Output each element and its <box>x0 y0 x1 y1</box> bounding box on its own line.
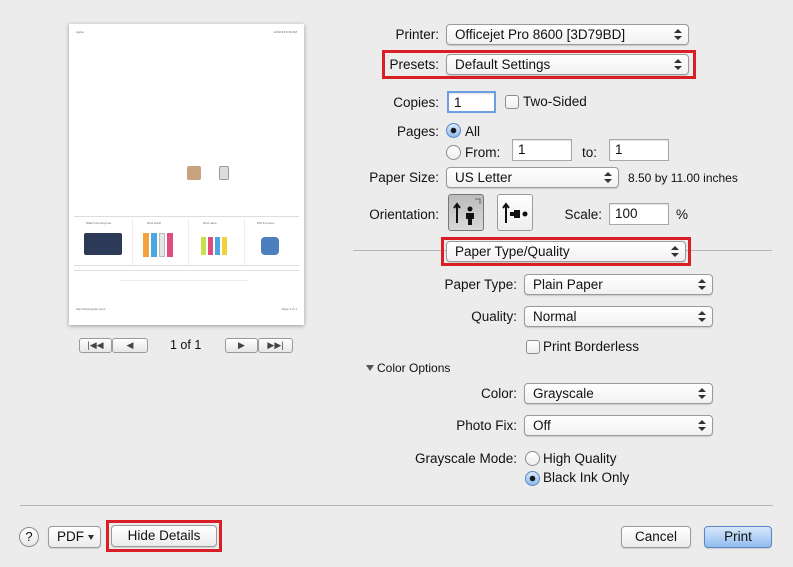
hide-details-button[interactable]: Hide Details <box>111 525 217 547</box>
presets-value: Default Settings <box>455 57 551 72</box>
scale-unit: % <box>676 207 689 222</box>
preview-thumb-keynote: Watch the Keynote <box>76 219 128 265</box>
next-page-button[interactable]: ▶ <box>225 338 258 353</box>
preview-footer-right: Page 1 of 1 <box>281 307 297 311</box>
photo-fix-label: Photo Fix: <box>456 418 517 433</box>
preview-footer-left: http://www.apple.com/ <box>76 307 106 311</box>
chevron-updown-icon <box>604 170 612 185</box>
scale-field[interactable]: 100 <box>609 203 669 225</box>
pdf-menu-button[interactable]: PDF <box>48 526 101 548</box>
first-page-button[interactable]: |◀◀ <box>79 338 112 353</box>
preview-thumb-ios: iOS 6 is here <box>244 219 296 265</box>
footer-separator <box>20 505 773 506</box>
two-sided-label: Two-Sided <box>523 94 587 109</box>
preview-phone-icon <box>219 166 229 180</box>
pages-all-radio[interactable] <box>446 123 461 138</box>
page-indicator: 1 of 1 <box>170 338 202 352</box>
grayscale-mode-label: Grayscale Mode: <box>414 451 517 466</box>
photo-fix-popup[interactable]: Off <box>524 415 713 436</box>
paper-size-label: Paper Size: <box>369 170 439 185</box>
preview-footer-links <box>74 270 299 271</box>
preview-header-right: 12/20/13 9:36 AM <box>273 30 297 34</box>
chevron-updown-icon <box>671 244 679 259</box>
preview-photo-icon <box>187 166 201 180</box>
chevron-updown-icon <box>674 57 682 72</box>
chevron-updown-icon <box>698 418 706 433</box>
page-preview: Apple 12/20/13 9:36 AM Watch the Keynote… <box>69 24 304 325</box>
quality-label: Quality: <box>471 309 517 324</box>
two-sided-checkbox[interactable] <box>505 95 519 109</box>
dropdown-arrow-icon <box>88 535 94 540</box>
landscape-icon <box>502 202 528 223</box>
quality-value: Normal <box>533 309 577 324</box>
previous-page-button[interactable]: ◀ <box>112 338 148 353</box>
presets-label: Presets: <box>389 57 439 72</box>
color-popup[interactable]: Grayscale <box>524 383 713 404</box>
disclosure-triangle-icon[interactable] <box>366 365 374 371</box>
pages-from-field[interactable]: 1 <box>512 139 572 161</box>
pages-to-field[interactable]: 1 <box>609 139 669 161</box>
chevron-updown-icon <box>698 309 706 324</box>
pages-label: Pages: <box>396 124 439 139</box>
print-borderless-checkbox[interactable] <box>526 340 540 354</box>
preview-header-left: Apple <box>76 30 84 34</box>
quality-popup[interactable]: Normal <box>524 306 713 327</box>
orientation-label: Orientation: <box>369 207 439 222</box>
help-button[interactable]: ? <box>19 527 39 547</box>
printer-popup[interactable]: Officejet Pro 8600 [3D79BD] <box>446 24 689 45</box>
photo-fix-value: Off <box>533 418 551 433</box>
paper-type-label: Paper Type: <box>444 277 517 292</box>
print-button[interactable]: Print <box>704 526 772 548</box>
pages-from-radio[interactable] <box>446 145 461 160</box>
orientation-portrait-button[interactable] <box>448 194 484 231</box>
presets-popup[interactable]: Default Settings <box>446 54 689 75</box>
color-value: Grayscale <box>533 386 594 401</box>
preview-copyright-line <box>119 280 249 281</box>
paper-type-popup[interactable]: Plain Paper <box>524 274 713 295</box>
print-borderless-label: Print Borderless <box>543 339 640 354</box>
chevron-updown-icon <box>674 27 682 42</box>
black-ink-only-radio[interactable] <box>525 471 540 486</box>
pages-to-label: to: <box>582 145 598 160</box>
last-page-button[interactable]: ▶▶| <box>258 338 293 353</box>
orientation-landscape-button[interactable] <box>497 194 533 231</box>
preview-thumb-ipod-nano: iPod nano <box>188 219 240 265</box>
high-quality-label: High Quality <box>543 451 617 466</box>
black-ink-only-label: Black Ink Only <box>543 470 630 485</box>
scale-label: Scale: <box>564 207 602 222</box>
section-popup[interactable]: Paper Type/Quality <box>446 241 686 262</box>
copies-field[interactable]: 1 <box>447 91 496 113</box>
pdf-label: PDF <box>57 529 84 544</box>
preview-thumbs-strip: Watch the Keynote iPod touch iPod nano i… <box>74 216 299 266</box>
paper-size-value: US Letter <box>455 170 513 185</box>
color-label: Color: <box>480 386 517 401</box>
chevron-updown-icon <box>698 386 706 401</box>
portrait-icon <box>453 198 481 225</box>
printer-label: Printer: <box>395 27 439 42</box>
section-value: Paper Type/Quality <box>455 244 570 259</box>
pages-from-label: From: <box>465 145 501 160</box>
paper-size-popup[interactable]: US Letter <box>446 167 619 188</box>
printer-value: Officejet Pro 8600 [3D79BD] <box>455 27 626 42</box>
copies-label: Copies: <box>393 95 439 110</box>
chevron-updown-icon <box>698 277 706 292</box>
color-options-label[interactable]: Color Options <box>377 361 450 375</box>
paper-size-dimensions: 8.50 by 11.00 inches <box>628 171 738 185</box>
pages-all-label: All <box>465 124 481 139</box>
cancel-button[interactable]: Cancel <box>621 526 691 548</box>
preview-thumb-ipod-touch: iPod touch <box>132 219 184 265</box>
paper-type-value: Plain Paper <box>533 277 603 292</box>
high-quality-radio[interactable] <box>525 451 540 466</box>
